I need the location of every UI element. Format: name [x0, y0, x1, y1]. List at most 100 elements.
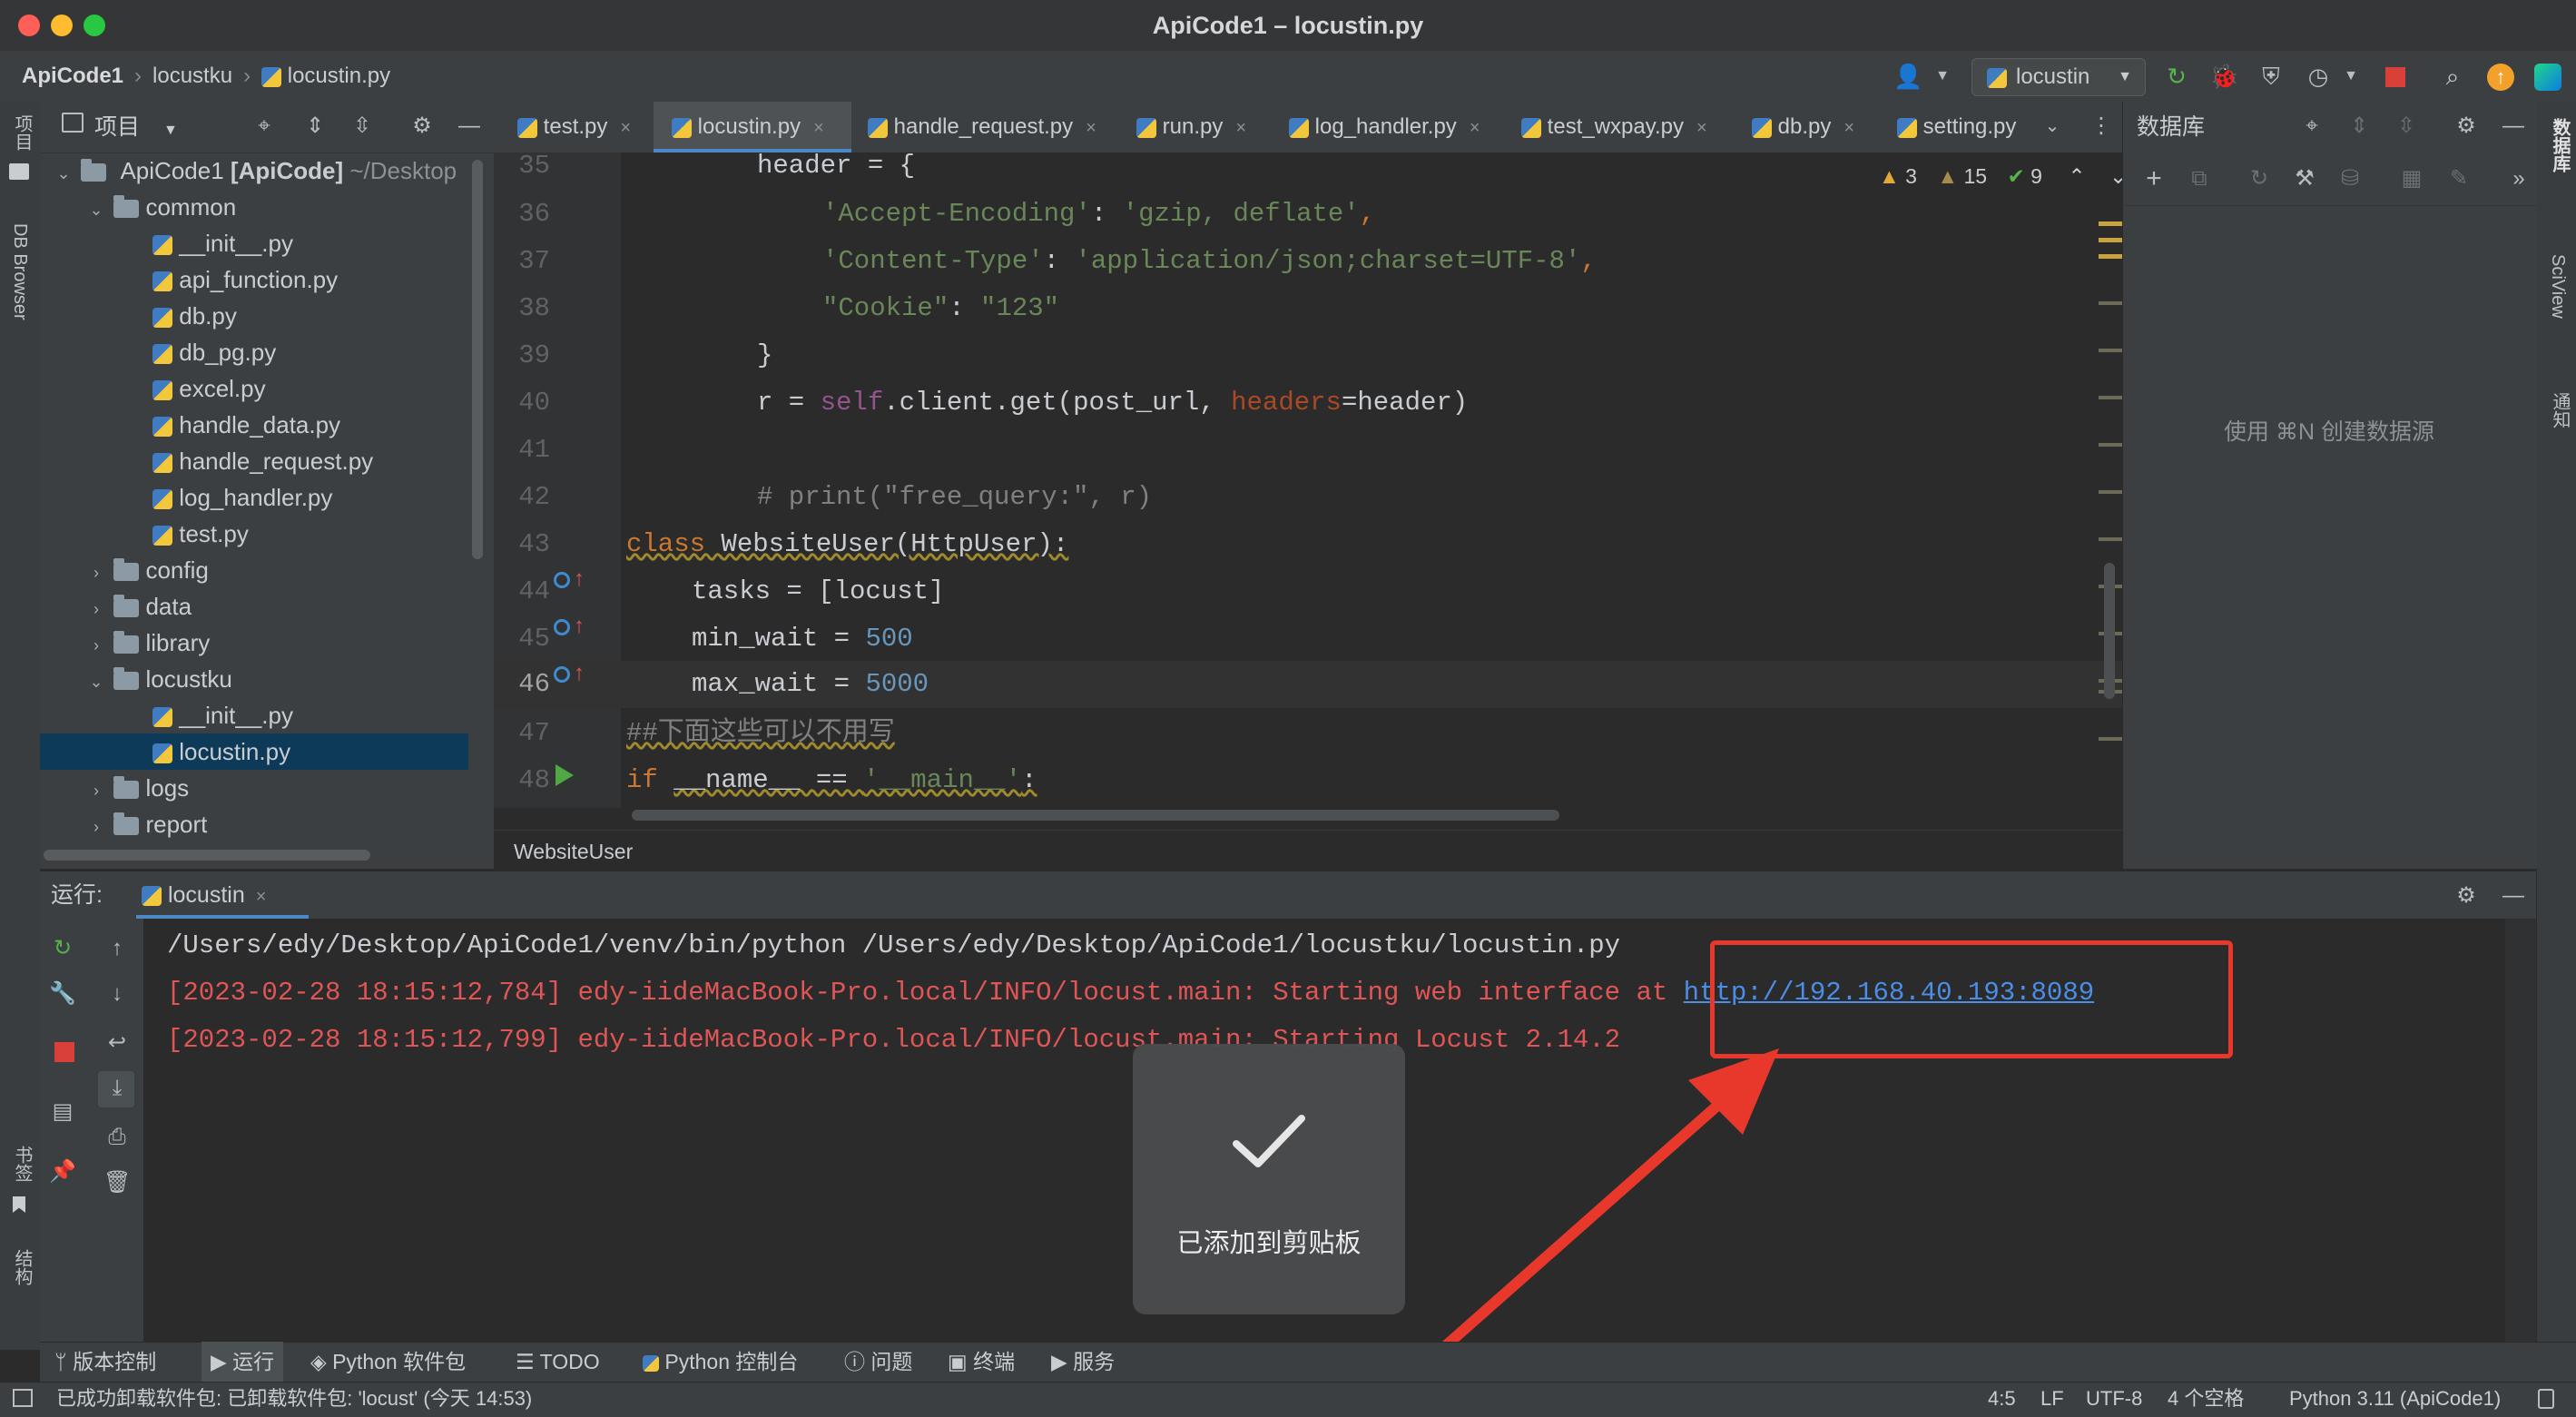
inspection-widget[interactable]: ▲ 3 ▲ 15 ✔ 9 ⌃ ⌄ [1879, 160, 2127, 192]
stop-icon[interactable] [2385, 67, 2405, 87]
tab-python-console[interactable]: Python 控制台 [643, 1342, 798, 1382]
tree-folder[interactable]: › data [40, 588, 530, 625]
structure-tool-button[interactable]: 结构 [9, 1249, 35, 1285]
override-marker-icon[interactable] [554, 666, 570, 683]
status-message[interactable]: 已成功卸载软件包: 已卸载软件包: 'locust' (今天 14:53) [56, 1382, 532, 1416]
trash-icon[interactable]: 🗑 [103, 1169, 131, 1196]
user-icon[interactable]: 👤 [1893, 62, 1922, 91]
caret-position[interactable]: 4:5 [1988, 1382, 2016, 1416]
run-tab-locustin[interactable]: locustin × [136, 871, 309, 919]
tab-setting[interactable]: setting.py [1897, 102, 2024, 153]
tab-python-packages[interactable]: ◈ Python 软件包 [310, 1342, 466, 1382]
arrow-down-icon[interactable]: ↓ [103, 980, 131, 1008]
layout-icon[interactable]: ▤ [49, 1098, 76, 1126]
python-interpreter[interactable]: Python 3.11 (ApiCode1) [2289, 1382, 2501, 1416]
copy-icon[interactable]: ⧉ [2186, 165, 2213, 192]
tab-db[interactable]: db.py × [1752, 102, 1875, 153]
rerun-icon[interactable]: ↻ [2162, 62, 2191, 91]
stripe-mark[interactable] [2099, 349, 2122, 352]
db-browser-tool-button[interactable]: DB Browser [9, 223, 30, 320]
more-icon[interactable]: ⋮ [2088, 113, 2115, 140]
editor-horizontal-scrollbar[interactable] [632, 810, 1559, 821]
tree-folder[interactable]: › report [40, 806, 530, 842]
chevron-down-icon[interactable]: ▼ [1928, 62, 1957, 91]
breadcrumb-file[interactable]: locustin.py [288, 64, 390, 88]
notifications-tool-button[interactable]: 通知 [2547, 392, 2573, 428]
chevron-down-icon[interactable]: ▼ [2336, 62, 2365, 91]
tree-file-selected[interactable]: locustin.py [40, 733, 468, 770]
pin-icon[interactable]: 📌 [49, 1158, 76, 1186]
indent-setting[interactable]: 4 个空格 [2168, 1382, 2244, 1416]
update-icon[interactable]: ↑ [2487, 64, 2514, 91]
properties-icon[interactable]: ⚒ [2291, 165, 2318, 192]
tab-terminal[interactable]: ▣ 终端 [948, 1342, 1015, 1382]
wrench-icon[interactable]: 🔧 [49, 980, 76, 1008]
tree-folder[interactable]: › config [40, 552, 530, 588]
coverage-icon[interactable]: ⛨ [2256, 62, 2286, 91]
rerun-icon[interactable]: ↻ [49, 935, 76, 962]
tree-horizontal-scrollbar[interactable] [44, 850, 370, 861]
chevron-up-icon[interactable]: ⌃ [2068, 164, 2085, 188]
run-line-icon[interactable] [556, 764, 574, 786]
breadcrumb-project[interactable]: ApiCode1 [22, 64, 123, 88]
gear-icon[interactable]: ⚙ [2453, 113, 2480, 140]
table-icon[interactable]: ▦ [2398, 165, 2425, 192]
more-icon[interactable]: » [2505, 165, 2532, 192]
tab-problems[interactable]: ⓘ 问题 [844, 1342, 912, 1382]
database-tool-button[interactable]: 数据库 [2547, 118, 2573, 172]
close-icon[interactable]: × [1235, 118, 1246, 138]
override-marker-icon[interactable] [554, 572, 570, 588]
stripe-mark[interactable] [2099, 254, 2122, 259]
lock-icon[interactable] [2538, 1389, 2554, 1409]
tab-version-control[interactable]: ᛘ 版本控制 [54, 1342, 156, 1382]
sciview-tool-button[interactable]: SciView [2547, 254, 2568, 319]
close-icon[interactable]: × [1086, 118, 1096, 138]
tree-folder[interactable]: › logs [40, 770, 530, 806]
collapse-all-icon[interactable]: ⇳ [349, 113, 376, 140]
tree-folder-locustku[interactable]: ⌄ locustku [40, 661, 530, 697]
stripe-mark[interactable] [2099, 238, 2122, 242]
run-config-selector[interactable]: locustin ▼ [1971, 58, 2146, 96]
stripe-mark[interactable] [2099, 396, 2122, 399]
close-icon[interactable]: × [1470, 118, 1480, 138]
close-icon[interactable]: × [620, 118, 631, 138]
tab-services[interactable]: ▶ 服务 [1051, 1342, 1115, 1382]
file-encoding[interactable]: UTF-8 [2086, 1382, 2142, 1416]
locate-file-icon[interactable]: ⌖ [251, 113, 278, 140]
search-icon[interactable]: ⌕ [2438, 62, 2467, 91]
tab-run[interactable]: run.py × [1136, 102, 1271, 153]
stripe-mark[interactable] [2099, 301, 2122, 305]
tab-log-handler[interactable]: log_handler.py × [1289, 102, 1503, 153]
project-tool-button[interactable]: 项目 [9, 114, 35, 151]
stripe-mark[interactable] [2099, 490, 2122, 494]
hide-panel-icon[interactable]: — [2500, 113, 2527, 140]
editor-vertical-scrollbar[interactable] [2104, 563, 2115, 699]
hide-panel-icon[interactable]: — [456, 113, 483, 140]
chevron-down-icon[interactable]: ⌄ [2039, 113, 2066, 140]
stripe-mark[interactable] [2099, 221, 2122, 226]
tree-root[interactable]: ⌄ ApiCode1 [ApiCode] ~/Desktop [40, 153, 497, 189]
tree-vertical-scrollbar[interactable] [472, 160, 483, 559]
project-view-selector[interactable]: 项目 ▼ [94, 102, 178, 153]
stop-icon[interactable] [54, 1042, 74, 1062]
gear-icon[interactable]: ⚙ [2453, 882, 2480, 910]
add-icon[interactable]: + [2140, 165, 2168, 192]
stripe-mark[interactable] [2099, 443, 2122, 447]
tab-run[interactable]: ▶ 运行 [202, 1342, 284, 1382]
tab-todo[interactable]: ☰ TODO [516, 1342, 600, 1382]
print-icon[interactable]: ⎙ [103, 1124, 131, 1151]
expand-all-icon[interactable]: ⇕ [2345, 113, 2373, 140]
debug-icon[interactable]: 🐞 [2209, 62, 2238, 91]
toggle-panels-icon[interactable] [13, 1389, 33, 1407]
gear-icon[interactable]: ⚙ [408, 113, 436, 140]
close-icon[interactable]: × [256, 887, 267, 907]
tree-folder[interactable]: › library [40, 625, 530, 661]
jetbrains-logo-icon[interactable] [2534, 64, 2561, 91]
hide-panel-icon[interactable]: — [2500, 882, 2527, 910]
arrow-up-icon[interactable]: ↑ [103, 935, 131, 962]
close-icon[interactable]: × [1696, 118, 1707, 138]
editor-breadcrumb[interactable]: WebsiteUser [514, 840, 633, 863]
line-separator[interactable]: LF [2040, 1382, 2064, 1416]
close-icon[interactable]: × [1844, 118, 1854, 138]
tab-test-wxpay[interactable]: test_wxpay.py × [1521, 102, 1739, 153]
